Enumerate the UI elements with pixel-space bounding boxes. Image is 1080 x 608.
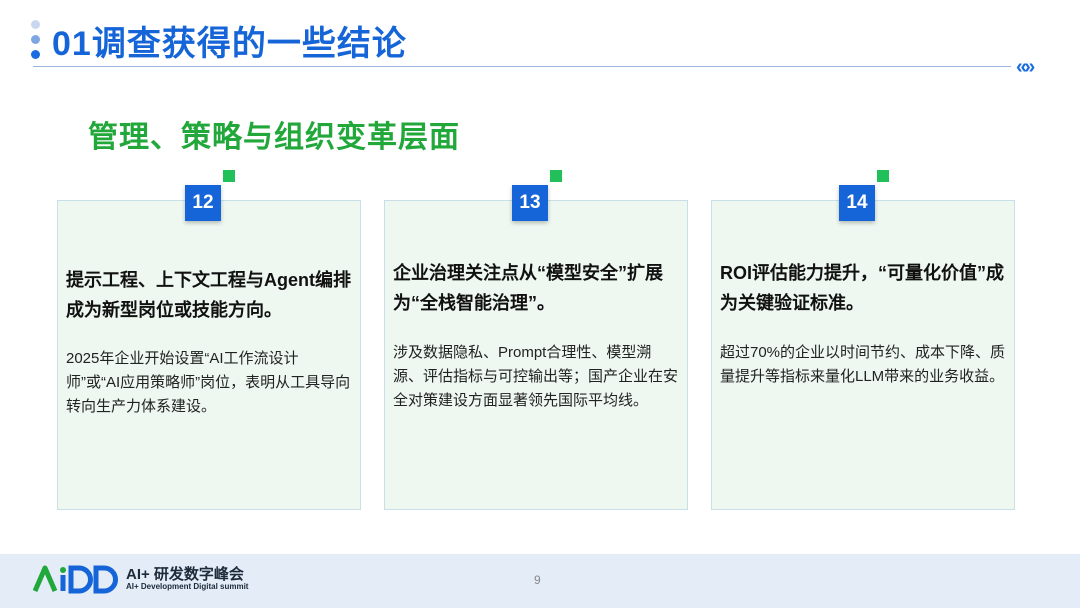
card-heading: 提示工程、上下文工程与Agent编排成为新型岗位或技能方向。 [66, 270, 351, 320]
card-number-badge: 13 [512, 185, 548, 221]
page-number: 9 [534, 573, 541, 587]
conclusion-card-14: 14 ROI评估能力提升，“可量化价值”成为关键验证标准。 超过70%的企业以时… [711, 170, 1015, 510]
section-title: 管理、策略与组织变革层面 [88, 121, 460, 154]
decor-dot [31, 20, 40, 29]
brand-subtitle: AI+ Development Digital summit [126, 582, 249, 591]
card-heading: ROI评估能力提升，“可量化价值”成为关键验证标准。 [720, 263, 1004, 313]
page-title: 01调查获得的一些结论 [52, 25, 407, 63]
card-number-badge: 12 [185, 185, 221, 221]
card-heading: 企业治理关注点从“模型安全”扩展为“全栈智能治理”。 [393, 263, 663, 313]
brand-name: AI+ 研发数字峰会 [126, 566, 244, 583]
title-decoration-dots [31, 20, 41, 65]
card-body-text: 超过70%的企业以时间节约、成本下降、质量提升等指标来量化LLM带来的业务收益。 [720, 344, 1006, 385]
conclusion-card-13: 13 企业治理关注点从“模型安全”扩展为“全栈智能治理”。 涉及数据隐私、Pro… [384, 170, 688, 510]
aidd-logo [33, 565, 118, 594]
green-square-marker [223, 170, 235, 182]
conclusion-card-12: 12 提示工程、上下文工程与Agent编排成为新型岗位或技能方向。 2025年企… [57, 170, 361, 510]
card-number-badge: 14 [839, 185, 875, 221]
card-body-text: 2025年企业开始设置“AI工作流设计师”或“AI应用策略师”岗位，表明从工具导… [66, 350, 351, 415]
footer-bar: AI+ 研发数字峰会 AI+ Development Digital summi… [0, 554, 1080, 608]
double-chevron-icon: «» [1016, 56, 1035, 78]
green-square-marker [550, 170, 562, 182]
decor-dot [31, 35, 40, 44]
green-square-marker [877, 170, 889, 182]
card-body-text: 涉及数据隐私、Prompt合理性、模型溯源、评估指标与可控输出等；国产企业在安全… [393, 344, 679, 409]
title-divider [33, 66, 1011, 67]
decor-dot [31, 50, 40, 59]
